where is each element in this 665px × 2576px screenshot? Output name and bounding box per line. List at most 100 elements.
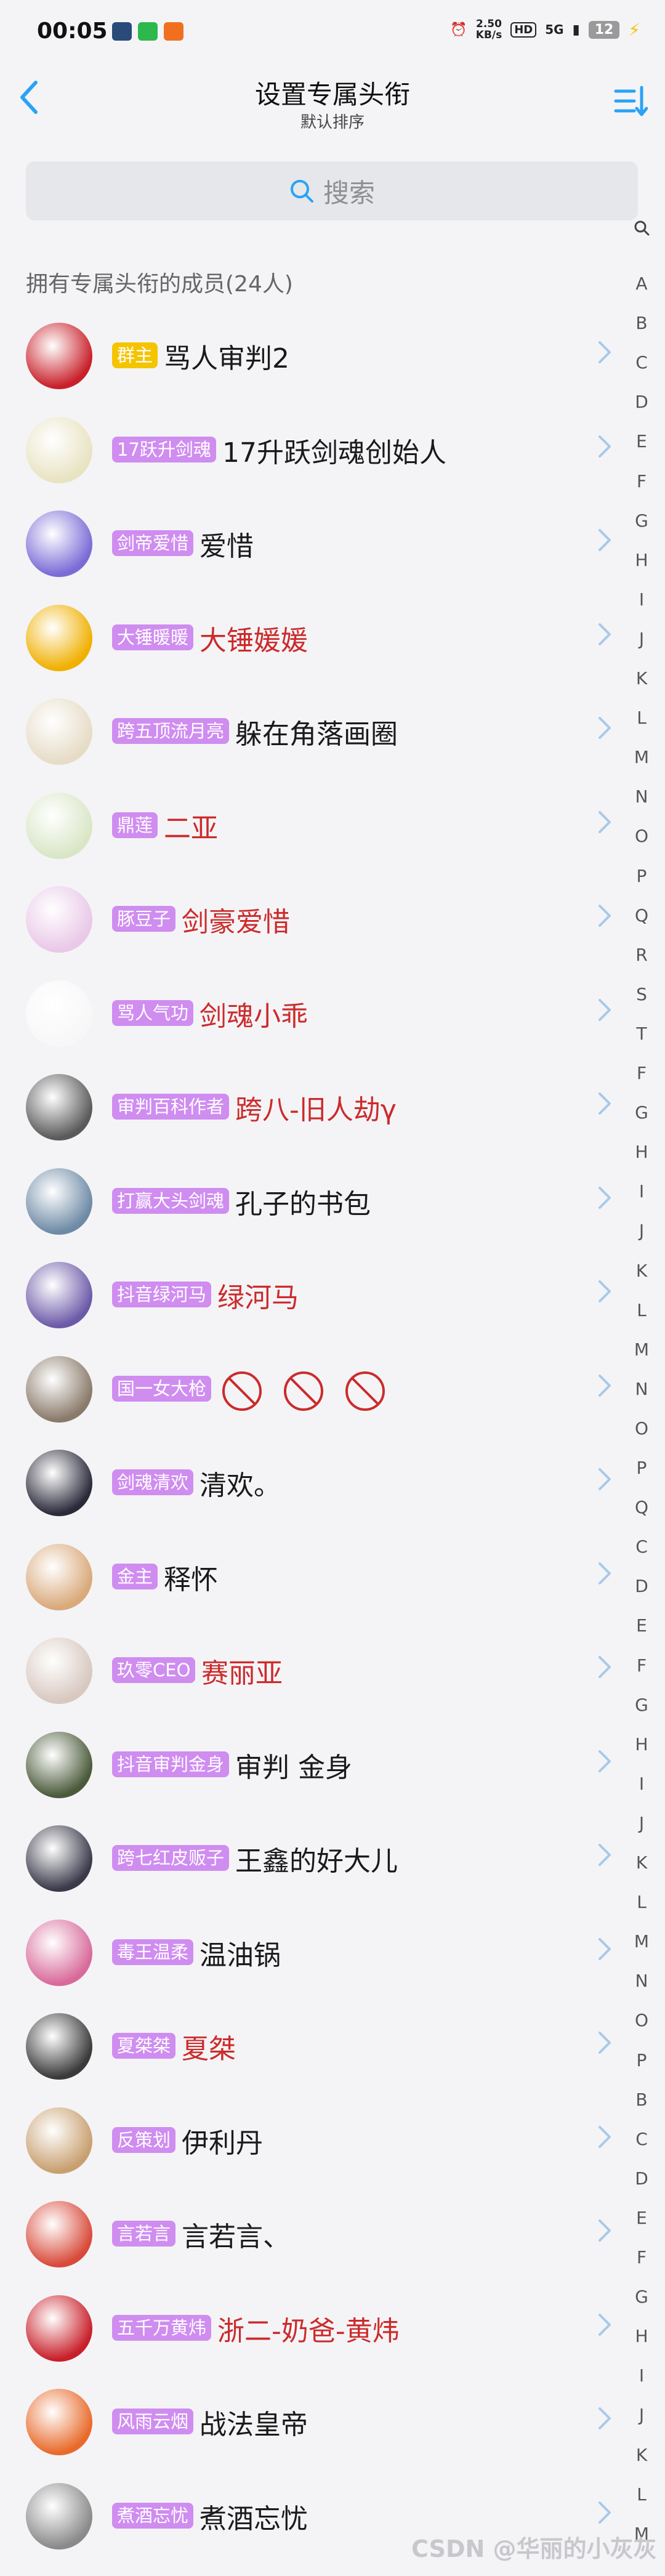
- index-letter[interactable]: L: [629, 1300, 654, 1320]
- member-row[interactable]: 剑魂清欢 清欢。: [0, 1435, 616, 1528]
- index-letter[interactable]: C: [629, 2129, 654, 2149]
- sort-button[interactable]: [613, 84, 648, 118]
- index-letter[interactable]: D: [629, 392, 654, 412]
- avatar: [26, 1262, 92, 1328]
- index-letter[interactable]: T: [629, 1024, 654, 1044]
- member-name: 大锤媛媛: [200, 624, 308, 656]
- member-row[interactable]: 风雨云烟 战法皇帝: [0, 2374, 616, 2468]
- member-row[interactable]: 审判百科作者 跨八-旧人劫γ: [0, 1059, 616, 1153]
- index-letter[interactable]: F: [629, 471, 654, 491]
- member-row[interactable]: 骂人气功 剑魂小乖: [0, 966, 616, 1059]
- index-letter[interactable]: G: [629, 1695, 654, 1715]
- member-row[interactable]: 毒王温柔 温油锅: [0, 1905, 616, 1998]
- index-letter[interactable]: L: [629, 708, 654, 728]
- chevron-right-icon: [597, 1090, 612, 1124]
- charging-icon: ⚡: [628, 19, 640, 40]
- index-letter[interactable]: H: [629, 550, 654, 570]
- chevron-right-icon: [597, 714, 612, 748]
- index-letter[interactable]: S: [629, 984, 654, 1004]
- avatar: [26, 1450, 92, 1516]
- index-letter[interactable]: H: [629, 1142, 654, 1162]
- index-letter[interactable]: H: [629, 2326, 654, 2346]
- index-letter[interactable]: J: [629, 629, 654, 649]
- index-letter[interactable]: J: [629, 1813, 654, 1833]
- index-letter[interactable]: O: [629, 2010, 654, 2030]
- index-letter[interactable]: G: [629, 1102, 654, 1123]
- index-letter[interactable]: P: [629, 1458, 654, 1478]
- index-letter[interactable]: J: [629, 1221, 654, 1241]
- index-letter[interactable]: K: [629, 1852, 654, 1873]
- member-row[interactable]: 言若言 言若言、: [0, 2186, 616, 2280]
- index-letter[interactable]: C: [629, 1536, 654, 1557]
- member-row[interactable]: 国一女大枪: [0, 1341, 616, 1435]
- avatar: [26, 416, 92, 483]
- member-row[interactable]: 金主 释怀: [0, 1529, 616, 1623]
- index-letter[interactable]: I: [629, 589, 654, 610]
- index-letter[interactable]: I: [629, 1181, 654, 1201]
- index-letter[interactable]: L: [629, 2484, 654, 2505]
- index-letter[interactable]: E: [629, 1615, 654, 1636]
- index-letter[interactable]: O: [629, 826, 654, 846]
- index-letter[interactable]: H: [629, 1734, 654, 1754]
- index-letter[interactable]: A: [629, 273, 654, 294]
- member-row[interactable]: 反策划 伊利丹: [0, 2093, 616, 2186]
- index-letter[interactable]: E: [629, 431, 654, 451]
- index-letter[interactable]: G: [629, 511, 654, 531]
- index-letter[interactable]: F: [629, 1063, 654, 1083]
- index-letter[interactable]: N: [629, 786, 654, 807]
- index-letter[interactable]: G: [629, 2287, 654, 2307]
- index-letter[interactable]: E: [629, 2208, 654, 2228]
- member-row[interactable]: 抖音绿河马 绿河马: [0, 1247, 616, 1341]
- member-row[interactable]: 五千万黄炜 浙二-奶爸-黄炜: [0, 2280, 616, 2374]
- member-row[interactable]: 大锤暖暖 大锤媛媛: [0, 590, 616, 684]
- index-letter[interactable]: M: [629, 1339, 654, 1360]
- member-name: 躲在角落画圈: [235, 719, 398, 750]
- index-letter[interactable]: F: [629, 1655, 654, 1676]
- watermark: CSDN @华丽的小灰灰: [411, 2535, 657, 2562]
- index-letter[interactable]: K: [629, 1261, 654, 1281]
- index-letter[interactable]: B: [629, 2089, 654, 2110]
- index-letter[interactable]: I: [629, 2365, 654, 2386]
- index-letter[interactable]: P: [629, 2050, 654, 2070]
- title-badge: 审判百科作者: [112, 1094, 230, 1120]
- member-row[interactable]: 玖零CEO 赛丽亚: [0, 1623, 616, 1716]
- index-letter[interactable]: M: [629, 1931, 654, 1952]
- member-row[interactable]: 群主 骂人审判2: [0, 308, 616, 402]
- member-row[interactable]: 豚豆子 剑豪爱惜: [0, 871, 616, 965]
- index-letter[interactable]: D: [629, 1576, 654, 1596]
- index-letter[interactable]: F: [629, 2247, 654, 2267]
- index-letter[interactable]: J: [629, 2405, 654, 2425]
- member-row[interactable]: 17跃升剑魂 17升跃剑魂创始人: [0, 402, 616, 496]
- index-letter[interactable]: P: [629, 866, 654, 886]
- index-letter[interactable]: I: [629, 1774, 654, 1794]
- index-letter[interactable]: M: [629, 747, 654, 767]
- member-row[interactable]: 跨五顶流月亮 躲在角落画圈: [0, 684, 616, 777]
- index-letter[interactable]: N: [629, 1379, 654, 1399]
- member-row[interactable]: 抖音审判金身 审判 金身: [0, 1717, 616, 1811]
- member-row[interactable]: 夏桀桀 夏桀: [0, 1998, 616, 2092]
- index-letter[interactable]: Q: [629, 905, 654, 926]
- member-row[interactable]: 剑帝爱惜 爱惜: [0, 496, 616, 589]
- index-letter[interactable]: K: [629, 668, 654, 688]
- member-name: 言若言、: [182, 2221, 290, 2253]
- index-letter[interactable]: N: [629, 1971, 654, 1991]
- index-search-icon[interactable]: [629, 219, 654, 236]
- index-letter[interactable]: B: [629, 313, 654, 333]
- index-letter[interactable]: C: [629, 352, 654, 373]
- avatar: [26, 323, 92, 389]
- index-letter[interactable]: R: [629, 945, 654, 965]
- member-row[interactable]: 打赢大头剑魂 孔子的书包: [0, 1153, 616, 1247]
- avatar: [26, 792, 92, 859]
- index-letter[interactable]: D: [629, 2168, 654, 2189]
- index-letter[interactable]: O: [629, 1418, 654, 1439]
- index-letter[interactable]: K: [629, 2445, 654, 2465]
- title-badge: 豚豆子: [112, 906, 176, 932]
- index-letter[interactable]: Q: [629, 1497, 654, 1517]
- chevron-right-icon: [597, 2499, 612, 2533]
- search-bar[interactable]: 搜索: [26, 161, 638, 220]
- chevron-right-icon: [597, 2123, 612, 2157]
- member-row[interactable]: 鼎莲 二亚: [0, 778, 616, 871]
- member-row[interactable]: 跨七红皮贩子 王鑫的好大儿: [0, 1811, 616, 1904]
- avatar: [26, 1543, 92, 1610]
- index-letter[interactable]: L: [629, 1892, 654, 1912]
